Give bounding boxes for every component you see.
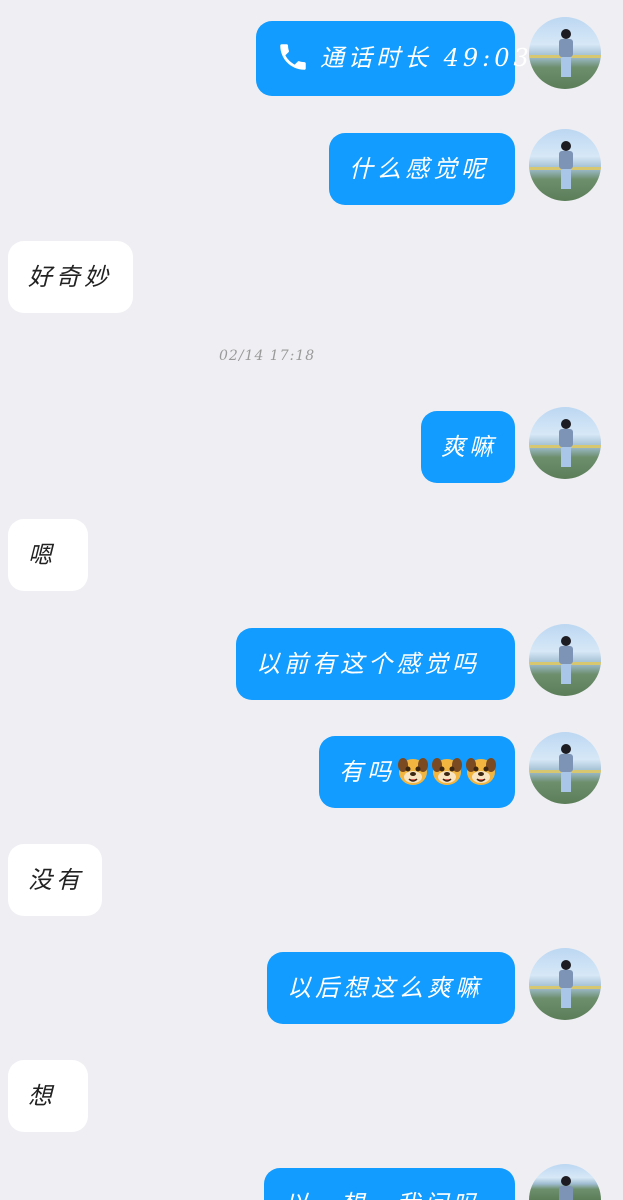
message-bubble-outgoing[interactable]: 以后想这么爽嘛 (267, 952, 515, 1024)
avatar[interactable] (529, 624, 601, 696)
message-bubble-outgoing[interactable]: 以…想…我问吗 (264, 1168, 515, 1200)
message-bubble-outgoing[interactable]: 以前有这个感觉吗 (236, 628, 515, 700)
message-bubble-incoming[interactable]: 没有 (8, 844, 102, 916)
avatar[interactable] (529, 129, 601, 201)
avatar[interactable] (529, 948, 601, 1020)
message-text: 有吗 (339, 758, 395, 786)
message-bubble-outgoing[interactable]: 爽嘛 (421, 411, 515, 483)
message-bubble-incoming[interactable]: 好奇妙 (8, 241, 133, 313)
message-bubble-incoming[interactable]: 想 (8, 1060, 88, 1132)
avatar[interactable] (529, 732, 601, 804)
dog-face-emoji (398, 757, 428, 785)
call-duration-text: 通话时长 49:03 (320, 44, 533, 72)
avatar[interactable] (529, 407, 601, 479)
call-record-bubble[interactable]: 通话时长 49:03 (256, 21, 529, 96)
dog-face-emoji (432, 757, 462, 785)
message-bubble-outgoing[interactable]: 什么感觉呢 (329, 133, 515, 205)
message-timestamp: 02/14 17:18 (219, 348, 316, 364)
avatar[interactable] (529, 1164, 601, 1200)
dog-face-emoji (466, 757, 496, 785)
message-bubble-outgoing[interactable]: 有吗 (319, 736, 515, 808)
message-bubble-incoming[interactable]: 嗯 (8, 519, 88, 591)
phone-icon (280, 43, 306, 70)
avatar[interactable] (529, 17, 601, 89)
chat-message-list[interactable]: 通话时长 49:03 什么感觉呢 好奇妙 02/14 17:18 爽嘛 嗯 以前… (0, 0, 623, 1200)
